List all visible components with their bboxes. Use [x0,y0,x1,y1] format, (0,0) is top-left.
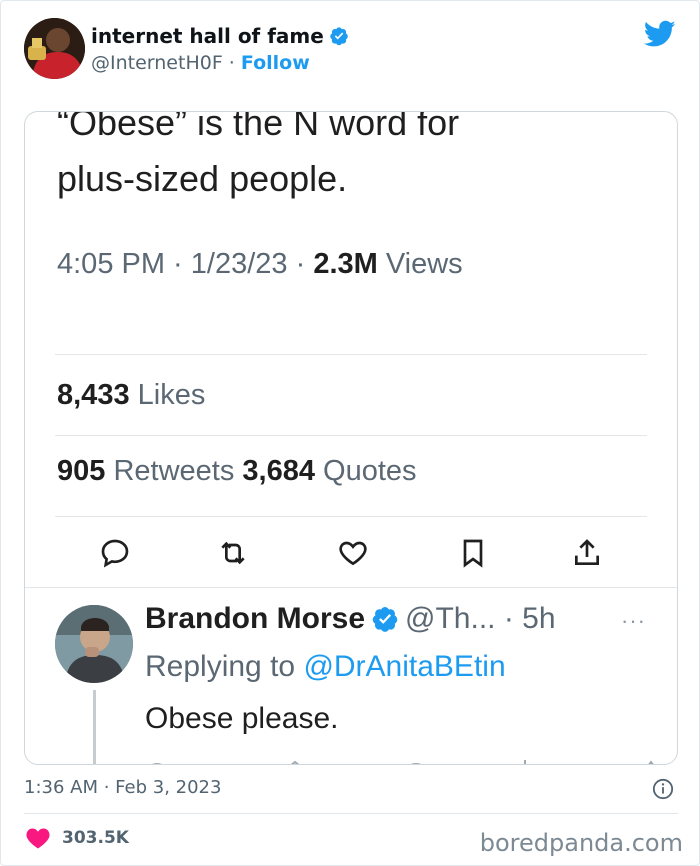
likes-count: 8,433 [57,379,130,411]
reply-action-icons-cropped [145,756,665,764]
embedded-tweet-text-line2: plus-sized people. [57,158,348,199]
handle-separator: · [228,52,235,74]
quotes-count: 3,684 [242,455,315,487]
embedded-likes-stat: 8,433 Likes [57,379,205,412]
bookmark-icon [457,537,489,569]
like-icon [337,537,369,569]
reply-author-handle: @Th... · 5h [405,602,556,635]
embedded-action-bar [57,537,649,573]
follow-button[interactable]: Follow [241,52,310,74]
divider [24,813,678,814]
twitter-bird-icon[interactable] [643,20,676,48]
info-icon[interactable] [652,778,674,800]
author-name-row: internet hall of fame [91,24,349,48]
replying-prefix: Replying to [145,650,304,683]
replying-mention: @DrAnitaBEtin [303,650,506,683]
embedded-time: 4:05 PM · 1/23/23 · [57,248,314,280]
like-action[interactable]: 303.5K [26,827,129,849]
verified-icon [371,605,399,633]
divider [55,354,647,355]
site-watermark: boredpanda.com [479,829,683,857]
embedded-tweet-meta: 4:05 PM · 1/23/23 · 2.3M Views [57,248,463,281]
like-count: 303.5K [62,828,129,848]
divider [55,516,647,517]
tweet-embed-card: internet hall of fame @InternetH0F · Fol… [0,0,700,866]
replying-to-line: Replying to @DrAnitaBEtin [145,650,506,684]
embedded-tweet-text-line1: “Obese” is the N word for [57,111,460,143]
author-avatar[interactable] [24,18,85,79]
embedded-views-count: 2.3M [313,248,378,280]
embedded-screenshot[interactable]: “Obese” is the N word for plus-sized peo… [24,111,678,765]
author-display-name[interactable]: internet hall of fame [91,24,324,48]
reply-text: Obese please. [145,702,339,735]
heart-icon[interactable] [26,827,50,849]
retweets-label: Retweets [105,455,243,487]
likes-label: Likes [129,379,206,411]
embedded-retweets-quotes-stat: 905 Retweets 3,684 Quotes [57,455,417,488]
author-handle[interactable]: @InternetH0F [91,52,223,74]
quotes-label: Quotes [314,455,417,487]
tweet-header: internet hall of fame @InternetH0F · Fol… [24,18,684,82]
retweet-icon [217,537,249,569]
more-options-icon: ··· [621,608,646,633]
author-handle-row: @InternetH0F · Follow [91,52,310,74]
share-icon [571,537,603,569]
reply-author-name: Brandon Morse [145,602,366,635]
tweet-timestamp[interactable]: 1:36 AM · Feb 3, 2023 [24,777,221,798]
reply-author-avatar [55,605,133,683]
verified-icon [329,26,349,46]
thread-connector-line [93,690,96,764]
retweets-count: 905 [57,455,106,487]
divider [55,435,647,436]
embedded-views-label: Views [377,248,463,280]
reply-icon [99,537,131,569]
divider [25,587,677,588]
reply-author-row: Brandon Morse @Th... · 5h [145,602,556,636]
